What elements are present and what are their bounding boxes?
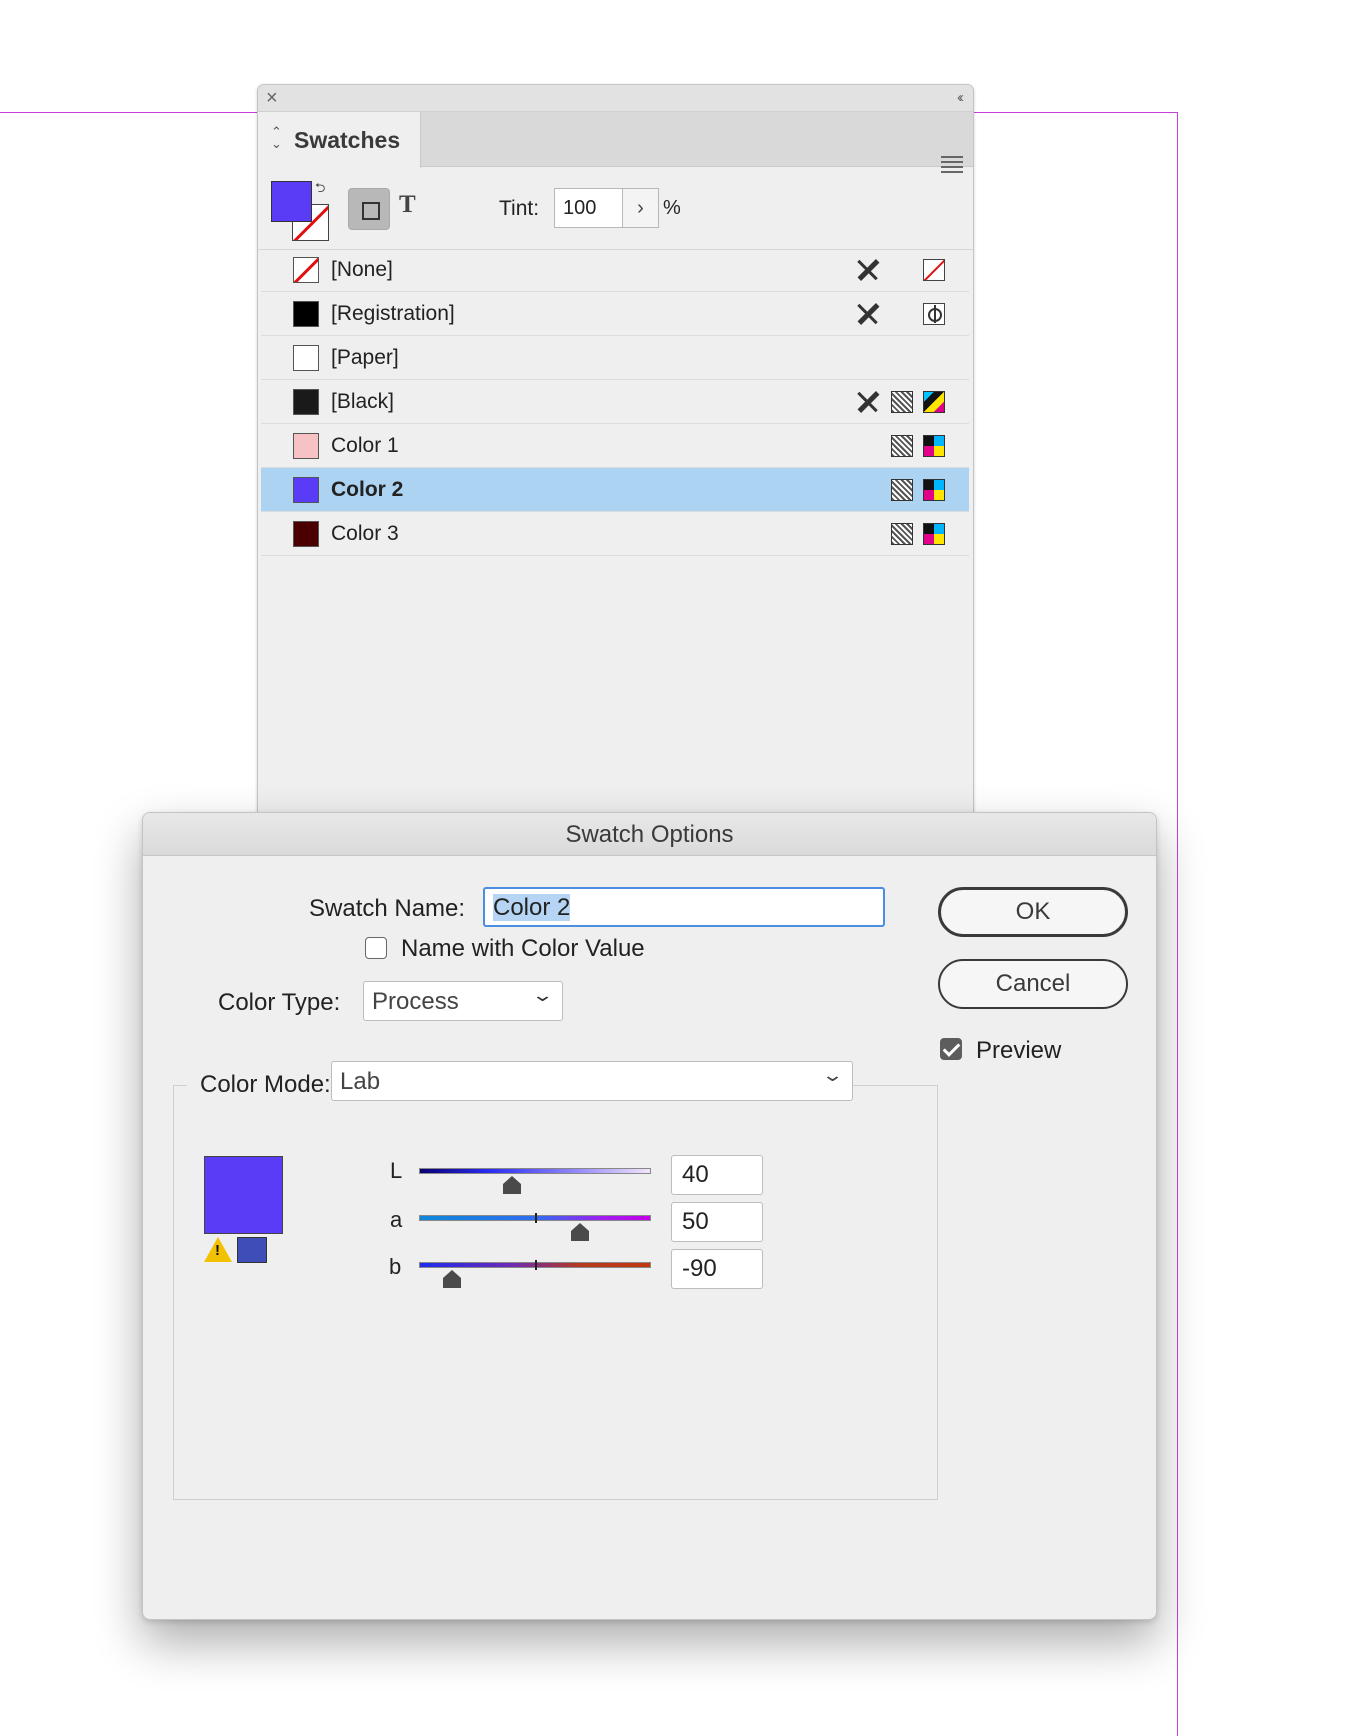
swatch-row-color-1[interactable]: Color 1 [261,424,969,468]
b-slider-track[interactable] [419,1260,651,1288]
swatch-label: [None] [331,258,393,281]
swatch-name-value: Color 2 [493,894,571,921]
panel-tabstrip: ⌃ ⌄ Swatches [258,112,973,173]
dialog-title: Swatch Options [565,821,734,848]
process-icon [891,479,913,501]
swatch-chip [293,389,319,415]
collapse-icon[interactable]: ‹‹ [957,89,964,107]
process-icon [891,391,913,413]
color-mode-group [173,1085,938,1500]
swatch-label: [Registration] [331,302,455,325]
dialog-titlebar[interactable]: Swatch Options [143,813,1156,856]
pencil-off-icon [857,259,879,281]
swatch-chip [293,301,319,327]
cmyk-icon [923,523,945,545]
b-value-input[interactable] [671,1249,763,1289]
a-slider-center-mark [535,1213,537,1223]
slider-label-l: L [390,1158,403,1183]
color-type-select[interactable]: Process ⌄ [363,981,563,1021]
swatch-label: [Paper] [331,346,399,369]
cmyk-icon [923,391,945,413]
swatch-label: Color 2 [331,478,404,501]
swatch-row-none[interactable]: [None] [261,248,969,292]
out-of-gamut-color-chip[interactable] [237,1237,267,1263]
l-value-input[interactable] [671,1155,763,1195]
slider-label-a: a [390,1207,403,1232]
tint-label: Tint: [499,197,540,220]
formatting-affects-text-icon[interactable]: T [399,191,416,219]
swatch-chip [293,257,319,283]
close-icon[interactable]: × [266,88,278,108]
swatch-name-input[interactable]: Color 2 [483,887,885,927]
l-slider-track[interactable] [419,1168,651,1194]
color-mode-value: Lab [340,1068,381,1095]
chevron-down-icon: ⌄ [531,985,554,1005]
preview-checkbox[interactable] [940,1038,962,1060]
ok-button[interactable]: OK [938,887,1128,937]
chevron-down-icon: ⌄ [821,1065,844,1085]
formatting-affects-container-button[interactable] [348,188,390,230]
swatch-chip [293,521,319,547]
slider-label-b: b [389,1254,402,1279]
pencil-off-icon [857,303,879,325]
swatch-label: Color 3 [331,522,399,545]
fill-swatch[interactable] [271,181,312,222]
swatch-list: [None] [Registration] [Paper] [Black] Co… [261,248,969,556]
tint-unit: % [663,197,681,219]
tab-swatches[interactable]: ⌃ ⌄ Swatches [258,112,421,168]
name-with-color-value-checkbox[interactable] [365,937,387,959]
panel-title: Swatches [294,127,401,153]
swatch-row-color-2[interactable]: Color 2 [261,468,969,512]
swatch-row-paper[interactable]: [Paper] [261,336,969,380]
b-slider-center-mark [535,1260,537,1270]
panel-titlebar[interactable]: × ‹‹ [258,85,973,112]
out-of-gamut-warning-icon[interactable] [204,1237,232,1262]
swatch-row-color-3[interactable]: Color 3 [261,512,969,556]
swatch-name-label: Swatch Name: [309,895,466,922]
cmyk-icon [923,435,945,457]
swap-fill-stroke-icon[interactable]: ⮌ [315,179,325,201]
swatch-label: Color 1 [331,434,399,457]
swatches-panel: × ‹‹ ⌃⌄ Swatches ⮌ T Tint: › % [None] [R… [257,84,974,824]
preview-label[interactable]: Preview [976,1037,1061,1065]
none-icon [923,259,945,281]
process-icon [891,435,913,457]
swatch-chip [293,345,319,371]
process-icon [891,523,913,545]
cmyk-icon [923,479,945,501]
registration-icon [923,303,945,325]
page-margin-guide-right [1177,112,1178,1736]
l-slider-thumb[interactable] [503,1176,521,1194]
swatch-row-registration[interactable]: [Registration] [261,292,969,336]
pencil-off-icon [857,391,879,413]
color-mode-label: Color Mode: [200,1071,331,1098]
color-type-label: Color Type: [218,989,341,1016]
up-down-icon[interactable]: ⌃ ⌄ [271,125,282,150]
tint-dropdown-button[interactable]: › [623,188,659,228]
b-slider-thumb[interactable] [443,1270,462,1288]
color-mode-select[interactable]: Lab ⌄ [331,1061,853,1101]
a-slider-track[interactable] [419,1213,651,1241]
a-value-input[interactable] [671,1202,763,1242]
swatch-chip [293,433,319,459]
name-with-color-value-label[interactable]: Name with Color Value [401,935,645,963]
swatch-row-black[interactable]: [Black] [261,380,969,424]
swatch-label: [Black] [331,390,395,413]
cancel-button[interactable]: Cancel [938,959,1128,1009]
color-preview-swatch [204,1156,283,1234]
a-slider-thumb[interactable] [570,1223,589,1241]
tint-input[interactable] [554,188,623,228]
swatch-options-dialog: Swatch Options Swatch Name: Color 2 Name… [142,812,1157,1620]
color-type-value: Process [372,988,459,1015]
swatch-chip [293,477,319,503]
